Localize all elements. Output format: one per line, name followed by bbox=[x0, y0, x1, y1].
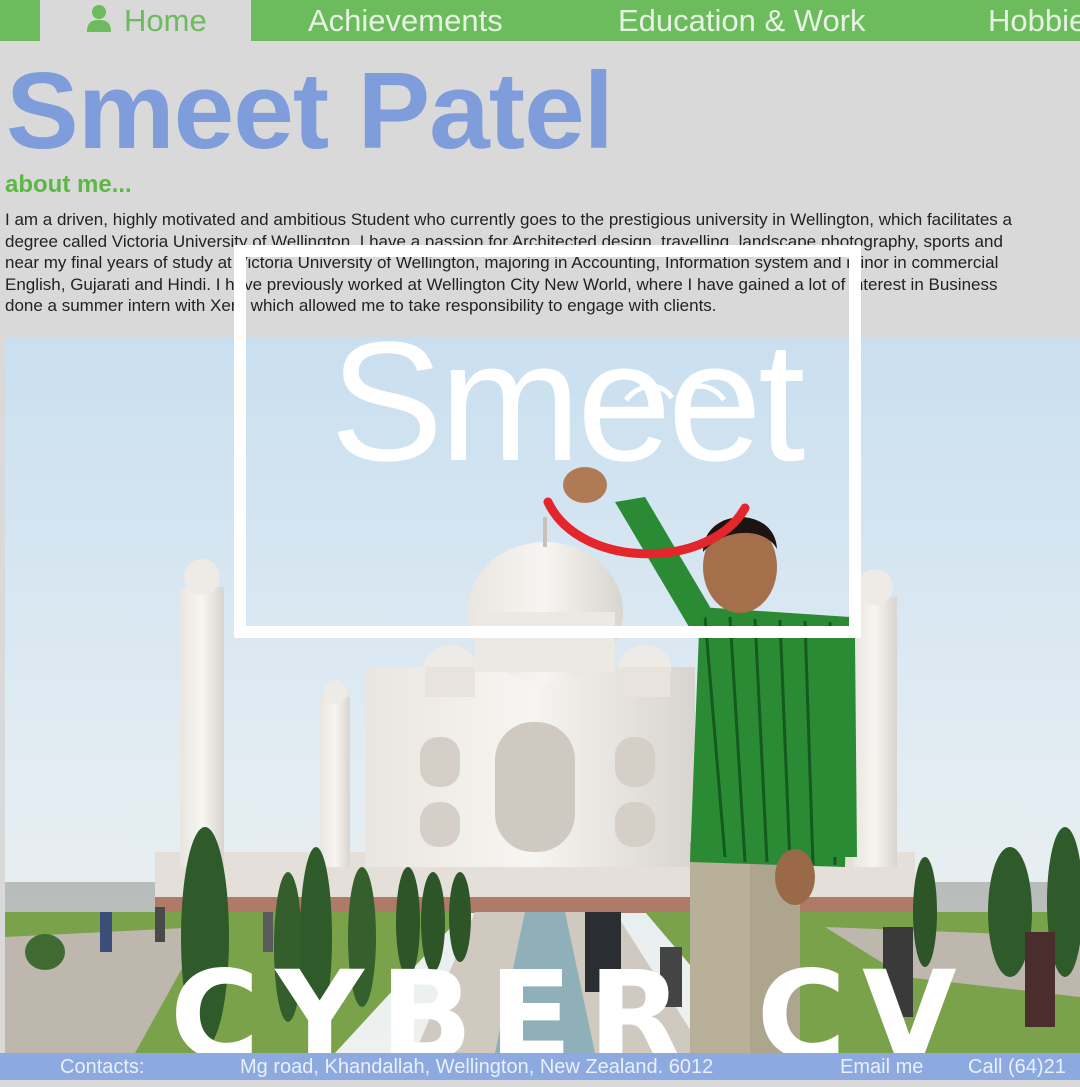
address-text: Mg road, Khandallah, Wellington, New Zea… bbox=[240, 1056, 714, 1078]
email-link[interactable]: Email me bbox=[840, 1054, 923, 1081]
tab-home[interactable]: Home bbox=[40, 0, 251, 41]
contact-footer: Contacts: Mg road, Khandallah, Wellingto… bbox=[0, 1053, 1080, 1080]
page-title: Smeet Patel bbox=[6, 50, 614, 172]
eyebrow-accent-icon bbox=[624, 383, 727, 402]
phone-link[interactable]: Call (64)21 bbox=[968, 1054, 1066, 1081]
bio-line: I am a driven, highly motivated and ambi… bbox=[5, 210, 1012, 229]
user-icon bbox=[87, 5, 111, 32]
tab-home-label: Home bbox=[124, 3, 207, 38]
tab-hobbies[interactable]: Hobbies bbox=[988, 0, 1080, 41]
top-nav: Home Achievements Education & Work Hobbi… bbox=[0, 0, 1080, 41]
about-heading: about me... bbox=[5, 171, 132, 198]
smile-logo-icon bbox=[543, 497, 750, 559]
logo-wordmark: Smeet bbox=[330, 307, 805, 497]
tab-achievements[interactable]: Achievements bbox=[308, 0, 503, 41]
contacts-label: Contacts: bbox=[60, 1056, 145, 1078]
tab-education-work[interactable]: Education & Work bbox=[618, 0, 866, 41]
